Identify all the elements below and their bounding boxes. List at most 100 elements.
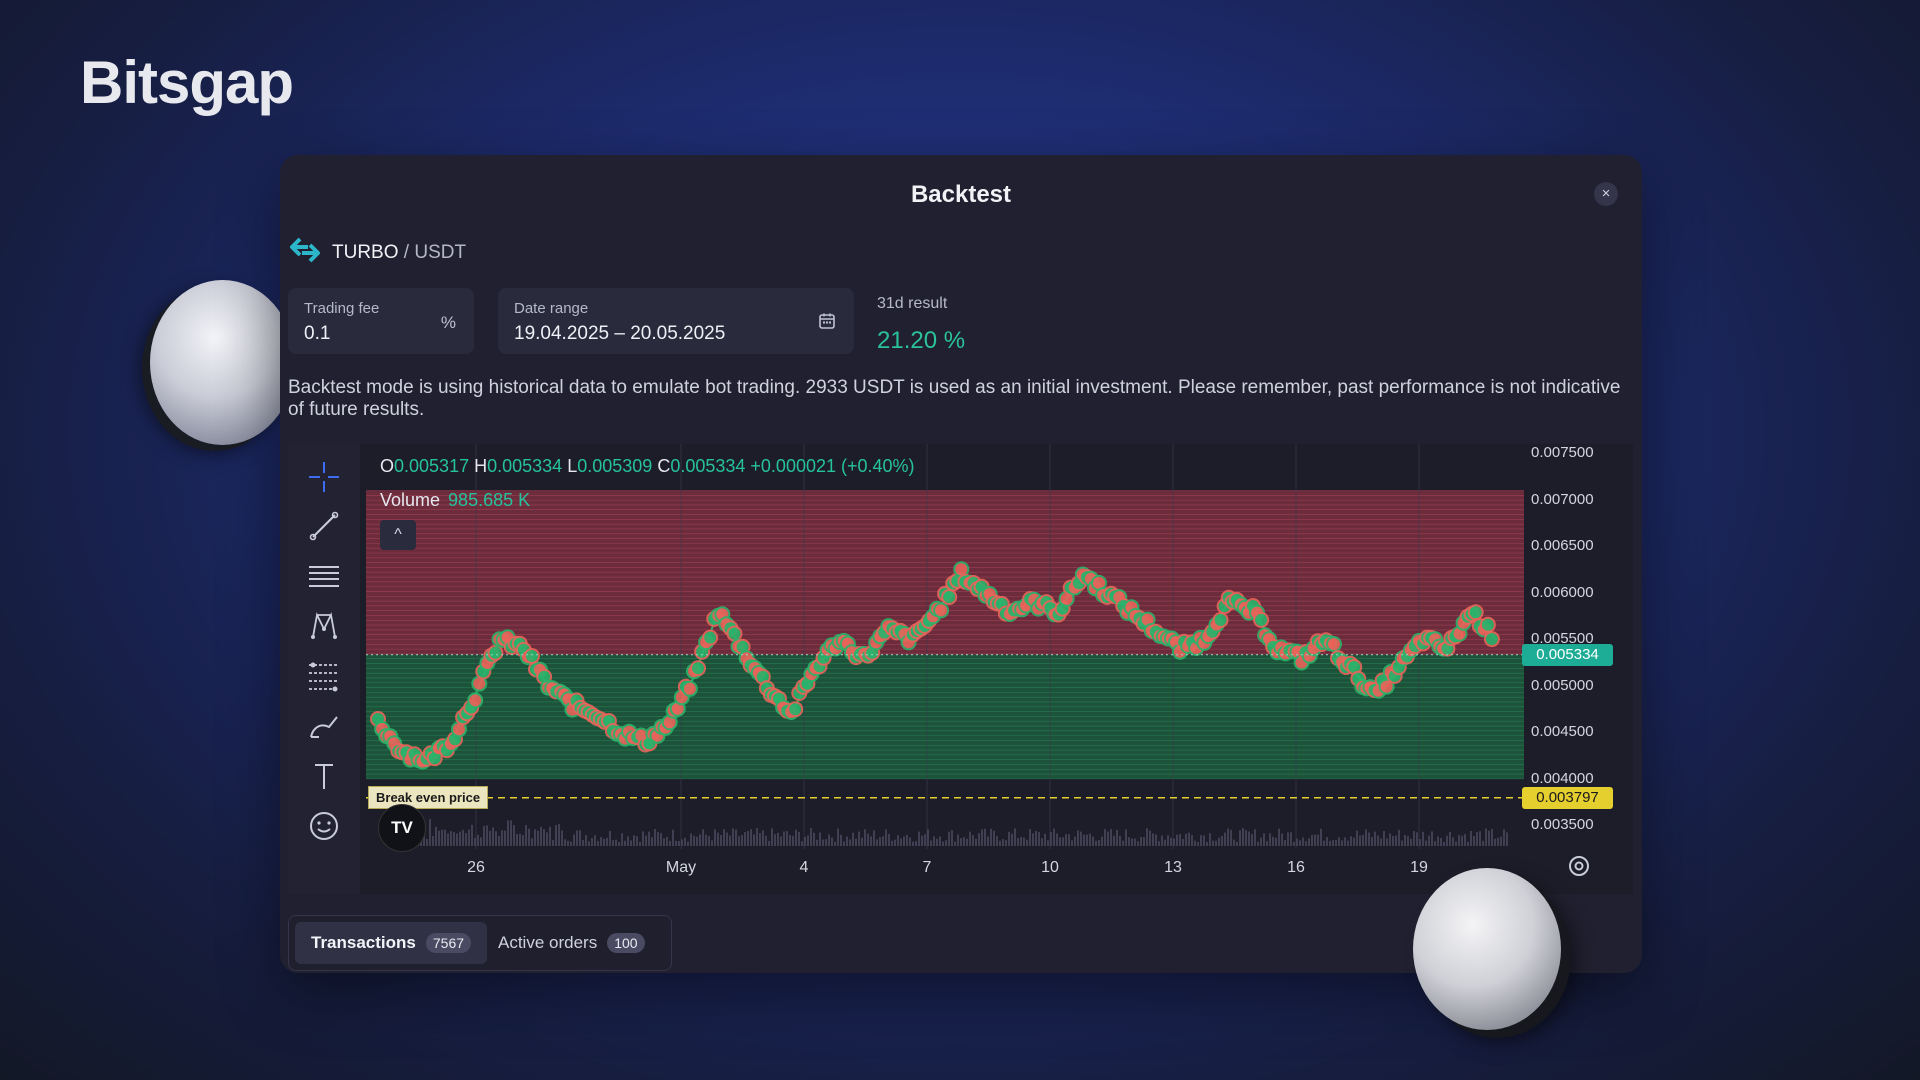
volume-bar [900,838,902,846]
volume-bar [453,832,455,846]
volume-bar [1326,837,1328,846]
volume-bar [1197,841,1199,846]
transactions-count-badge: 7567 [425,933,472,953]
collapse-legend-button[interactable]: ^ [380,520,416,550]
volume-bar [1401,840,1403,846]
volume-bar [1032,833,1034,846]
text-icon[interactable] [304,756,344,796]
volume-bar [1353,837,1355,846]
open-value: 0.005317 [394,456,470,476]
volume-bar [1155,834,1157,846]
volume-bar [486,825,488,846]
x-tick-label: 26 [467,859,485,876]
volume-bar [672,829,674,846]
volume-bar [660,833,662,846]
volume-bar [1101,836,1103,846]
volume-bar [636,836,638,846]
price-chart[interactable]: O0.005317 H0.005334 L0.005309 C0.005334 … [288,444,1633,894]
pattern-icon[interactable] [304,606,344,646]
volume-bar [951,830,953,846]
decorative-coin [1413,868,1561,1030]
volume-bar [1305,841,1307,846]
high-label: H [474,456,488,476]
trendline-icon[interactable] [304,506,344,546]
calendar-icon[interactable] [818,312,836,335]
volume-bar [609,830,611,846]
volume-bar [759,833,761,846]
volume-value: 985.685 K [448,490,531,510]
volume-bar [1338,837,1340,846]
volume-bar [1320,828,1322,846]
volume-bar [642,831,644,846]
horizontal-lines-icon[interactable] [304,556,344,596]
volume-bar [561,830,563,846]
y-tick-label: 0.007500 [1531,444,1594,462]
brush-icon[interactable] [304,706,344,746]
volume-bar [855,838,857,846]
buy-trade-marker [1467,604,1484,621]
volume-bar [663,838,665,846]
volume-bar [948,831,950,846]
pair-base: TURBO [332,242,399,263]
tradingview-logo[interactable]: TV [378,803,426,852]
high-value: 0.005334 [487,456,563,476]
chart-settings-icon[interactable] [1566,853,1592,884]
date-range-value[interactable]: 19.04.2025 – 20.05.2025 [514,323,725,345]
volume-bar [891,840,893,846]
volume-bar [438,830,440,846]
volume-bar [1107,831,1109,846]
volume-bar [837,828,839,846]
volume-bar [828,834,830,846]
volume-bar [522,835,524,846]
fib-icon[interactable] [304,656,344,696]
chart-canvas[interactable] [366,444,1633,894]
volume-bar [1482,840,1484,846]
date-range-field[interactable]: Date range 19.04.2025 – 20.05.2025 [498,288,854,354]
volume-bar [1467,841,1469,846]
x-tick-label: 16 [1287,859,1305,876]
volume-bar [771,828,773,846]
volume-bar [1296,838,1298,846]
volume-bar [915,841,917,846]
volume-bar [813,832,815,846]
volume-bar [1125,829,1127,846]
volume-bar [1365,829,1367,846]
volume-bar [606,837,608,846]
volume-bar [627,836,629,846]
volume-bar [1116,829,1118,846]
tab-active-orders[interactable]: Active orders 100 [482,922,661,964]
volume-bar [972,835,974,846]
volume-bar [921,835,923,846]
volume-bar [1080,831,1082,846]
volume-bar [1497,837,1499,846]
modal-title: Backtest [910,181,1012,208]
volume-bar [669,840,671,846]
emoji-icon[interactable] [304,806,344,846]
tab-transactions[interactable]: Transactions 7567 [295,922,488,964]
close-button[interactable]: × [1594,182,1618,206]
chart-plot-area[interactable]: O0.005317 H0.005334 L0.005309 C0.005334 … [366,444,1633,894]
volume-bar [1377,835,1379,846]
volume-bar [714,829,716,846]
volume-bar [1419,839,1421,846]
result-block: 31d result 21.20 % [877,295,965,355]
crosshair-icon[interactable] [304,457,344,497]
volume-bar [918,831,920,846]
trading-fee-value[interactable]: 0.1 [304,323,330,345]
volume-bar [750,829,752,846]
volume-bar [1251,834,1253,846]
volume-bar [954,841,956,846]
result-value: 21.20 % [877,327,966,354]
volume-bar [600,837,602,846]
trading-fee-field[interactable]: Trading fee 0.1 % [288,288,474,354]
volume-bar [864,829,866,846]
x-tick-label: 19 [1410,859,1428,876]
volume-bar [444,829,446,846]
volume-bar [1260,837,1262,846]
volume-bar [576,830,578,846]
volume-bar [498,835,500,846]
volume-bar [1491,828,1493,846]
volume-bar [477,834,479,846]
volume-bar [618,841,620,846]
volume-bar [1077,830,1079,846]
